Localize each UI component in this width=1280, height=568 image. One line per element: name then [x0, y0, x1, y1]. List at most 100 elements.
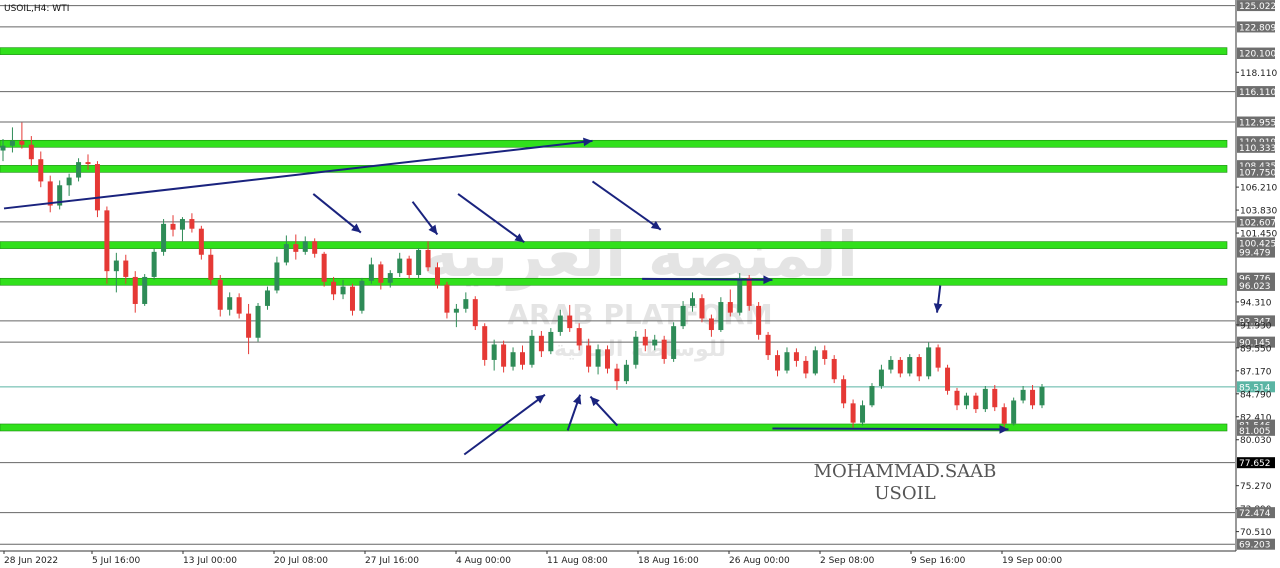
candle-body — [255, 305, 261, 338]
candle-body — [359, 280, 365, 311]
candle-body — [548, 331, 554, 352]
candle-body — [434, 267, 440, 285]
candle-body — [208, 254, 214, 280]
candle-body — [227, 297, 233, 310]
candle-body — [151, 251, 157, 277]
candle-body — [529, 335, 535, 365]
zone-band — [0, 277, 1228, 286]
price-badge-label: 69.203 — [1239, 541, 1271, 551]
candle-body — [38, 159, 44, 182]
price-tick-label: 87.170 — [1240, 367, 1272, 377]
time-tick-label: 9 Sep 16:00 — [911, 556, 966, 566]
candle-body — [907, 357, 913, 374]
time-tick-label: 20 Jul 08:00 — [274, 556, 328, 566]
price-badge-label: 120.100 — [1239, 50, 1276, 60]
candle-body — [1020, 389, 1026, 401]
price-chart[interactable]: المنصة العربيةARAB PLATFORMللوساطة المال… — [0, 0, 1280, 568]
candle-body — [661, 339, 667, 359]
candle-body — [340, 286, 346, 295]
candle-body — [567, 315, 573, 329]
candle-body — [992, 388, 998, 408]
candle-body — [945, 367, 951, 391]
candle-body — [302, 241, 308, 252]
candle-body — [453, 308, 459, 313]
candle-body — [614, 368, 620, 382]
candle-body — [47, 181, 53, 206]
candle-body — [623, 364, 629, 382]
candle-body — [236, 297, 242, 314]
zone-band — [0, 139, 1228, 148]
candle-body — [520, 352, 525, 365]
candle-body — [444, 284, 450, 313]
candle-body — [897, 359, 903, 374]
time-tick-label: 13 Jul 00:00 — [183, 556, 237, 566]
symbol-label: USOIL,H4: WTI — [4, 4, 69, 14]
candle-body — [425, 249, 431, 268]
candle-body — [652, 339, 658, 346]
candle-body — [123, 260, 129, 277]
price-badge-label: 77.652 — [1239, 459, 1271, 469]
candle-body — [860, 405, 866, 423]
candle-body — [113, 260, 119, 272]
price-tick-label: 84.790 — [1240, 390, 1272, 400]
author-name: MOHAMMAD.SAAB — [814, 461, 997, 482]
time-tick-label: 27 Jul 16:00 — [365, 556, 419, 566]
candle-body — [963, 395, 969, 406]
zone-band — [0, 423, 1228, 432]
price-axis: 125.022122.809120.058120.100118.110116.1… — [1235, 0, 1280, 568]
candle-body — [387, 273, 393, 283]
candle-body — [321, 253, 327, 282]
candle-body — [746, 277, 752, 306]
price-badge-label: 112.955 — [1239, 119, 1276, 129]
candle-body — [132, 276, 138, 304]
candle-body — [595, 349, 601, 367]
candle-body — [1001, 407, 1007, 424]
candle-body — [1030, 389, 1036, 406]
candle-body — [878, 369, 884, 386]
price-badge-label: 72.474 — [1239, 509, 1271, 519]
price-badge-label: 110.333 — [1239, 144, 1276, 154]
candle-body — [217, 279, 223, 310]
candle-body — [642, 336, 648, 346]
candle-body — [368, 264, 374, 281]
time-tick-label: 4 Aug 00:00 — [456, 556, 511, 566]
candle-body — [888, 359, 894, 370]
chart-root: المنصة العربية ARAB PLATFORM للوساطة المال… — [0, 0, 1280, 568]
candle-body — [718, 302, 724, 331]
candle-body — [916, 357, 922, 377]
candle-body — [274, 262, 280, 291]
candle-body — [793, 352, 799, 361]
candle-body — [586, 345, 592, 367]
price-tick-label: 75.270 — [1240, 482, 1272, 492]
candle-body — [538, 335, 544, 352]
price-tick-label: 106.210 — [1240, 184, 1277, 194]
candle-body — [491, 344, 497, 360]
candle-body — [9, 140, 15, 146]
candle-body — [633, 336, 639, 365]
candle-body — [397, 258, 403, 274]
candle-body — [935, 347, 941, 368]
author-symbol: USOIL — [874, 483, 935, 504]
candle-body — [831, 358, 837, 380]
candle-body — [690, 298, 696, 306]
candle-body — [189, 219, 195, 229]
candle-body — [331, 281, 337, 295]
price-tick-label: 70.510 — [1240, 528, 1272, 538]
price-tick-label: 118.110 — [1240, 69, 1277, 79]
candle-body — [680, 305, 686, 327]
candle-body — [198, 228, 204, 255]
candle-body — [671, 326, 677, 359]
candle-body — [85, 162, 91, 165]
candle-body — [784, 352, 790, 371]
price-tick-label: 80.030 — [1240, 436, 1272, 446]
candle-body — [1039, 386, 1045, 406]
candle-body — [472, 299, 478, 327]
candle-body — [349, 286, 355, 311]
time-tick-label: 2 Sep 08:00 — [820, 556, 875, 566]
time-tick-label: 18 Aug 16:00 — [638, 556, 699, 566]
time-tick-label: 26 Aug 00:00 — [729, 556, 790, 566]
time-tick-label: 11 Aug 08:00 — [547, 556, 608, 566]
candle-body — [841, 379, 847, 404]
candle-body — [973, 395, 979, 410]
price-badge-label: 116.110 — [1239, 88, 1276, 98]
